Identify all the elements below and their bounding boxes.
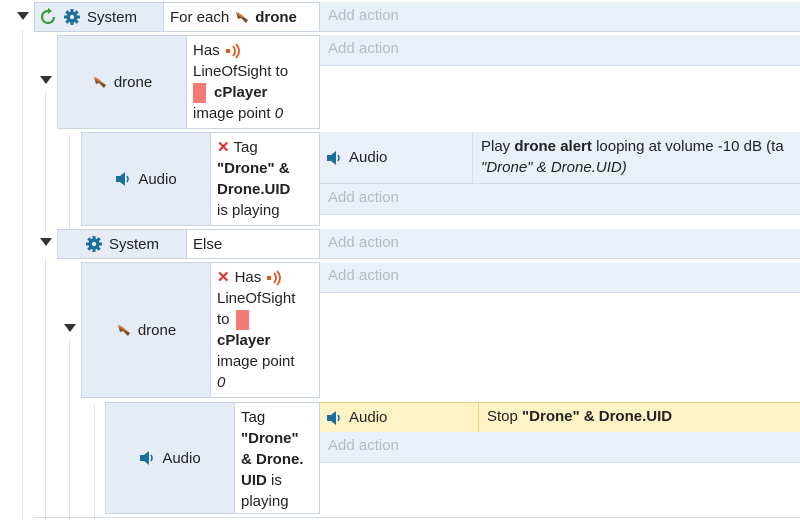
cplayer-icon <box>193 82 206 103</box>
indent-guide <box>22 30 23 520</box>
action-object: Audio <box>320 132 473 183</box>
add-action-link[interactable]: Add action <box>320 184 800 212</box>
loop-icon <box>40 8 56 25</box>
condition-tag: "Drone" <box>241 430 299 447</box>
indent-guide <box>69 135 70 230</box>
condition-object-name: drone <box>113 73 153 91</box>
action-object-name: Audio <box>349 409 388 426</box>
action-stop-audio[interactable]: Audio Stop "Drone" & Drone.UID <box>320 402 800 433</box>
speaker-icon <box>140 451 154 465</box>
condition-param: 0 <box>274 105 284 122</box>
condition-not-has-los[interactable]: ✕ Has LineOfSight to cPlayer image point… <box>211 262 320 398</box>
actions-else: Add action <box>320 229 800 259</box>
action-verb: Play <box>481 138 511 155</box>
condition-text: For each <box>170 8 230 26</box>
invert-x-icon: ✕ <box>217 269 230 286</box>
speaker-icon <box>116 172 130 186</box>
event-drone-no-los[interactable]: drone <box>81 262 211 398</box>
drone-icon <box>93 77 106 88</box>
action-object: Audio <box>320 403 479 432</box>
condition-target: cPlayer <box>214 84 268 101</box>
condition-object-name: System <box>87 8 138 26</box>
condition-text: is playing <box>217 202 280 219</box>
actions-drone-los: Add action <box>320 35 800 129</box>
drone-icon <box>117 325 130 336</box>
line-of-sight-icon <box>267 269 282 286</box>
gear-icon <box>64 9 80 25</box>
condition-text: Tag <box>233 139 258 156</box>
condition-text: is <box>271 472 282 489</box>
action-verb: Stop <box>487 408 518 425</box>
add-action-link[interactable]: Add action <box>320 262 800 290</box>
event-audio-tag-playing[interactable]: Audio <box>81 132 211 226</box>
actions-audio-playing: Audio Play drone alert looping at volume… <box>320 132 800 226</box>
gear-icon <box>85 236 102 252</box>
collapse-toggle[interactable] <box>40 76 52 84</box>
condition-tag-playing[interactable]: ✕ Tag "Drone" & Drone.UID is playing <box>211 132 320 226</box>
condition-text: image point <box>217 353 295 370</box>
event-drone-los[interactable]: drone <box>57 35 187 129</box>
condition-text: to <box>217 311 230 328</box>
add-action-row: Add action <box>320 184 800 215</box>
condition-uid: Drone.UID <box>217 181 291 198</box>
event-foreach-system[interactable]: System <box>34 2 164 32</box>
speaker-icon <box>327 150 340 165</box>
add-action-link[interactable]: Add action <box>320 2 800 30</box>
condition-text: playing <box>241 493 289 510</box>
action-params: looping at volume -10 dB (ta <box>596 138 784 155</box>
add-action-link[interactable]: Add action <box>320 229 800 257</box>
action-text: Play drone alert looping at volume -10 d… <box>473 132 792 183</box>
condition-target: drone <box>255 8 297 26</box>
collapse-toggle[interactable] <box>17 12 29 20</box>
condition-target: cPlayer <box>217 332 271 349</box>
event-separator <box>34 517 800 518</box>
action-text: Stop "Drone" & Drone.UID <box>479 403 680 432</box>
collapse-toggle[interactable] <box>64 324 76 332</box>
add-action-row: Add action <box>320 432 800 463</box>
condition-object-name: System <box>108 235 159 253</box>
condition-has-los[interactable]: Has LineOfSight to cPlayer image point 0 <box>187 35 320 129</box>
actions-drone-no-los: Add action <box>320 262 800 398</box>
condition-object-name: Audio <box>162 449 201 467</box>
condition-object-name: drone <box>137 321 177 339</box>
condition-object-name: Audio <box>138 170 177 188</box>
event-audio-tag-playing-2[interactable]: Audio <box>105 402 235 514</box>
condition-text: image point <box>193 105 271 122</box>
condition-text: Else <box>193 235 223 253</box>
action-object-name: Audio <box>349 149 388 166</box>
condition-foreach[interactable]: For each drone <box>164 2 320 32</box>
action-play-audio[interactable]: Audio Play drone alert looping at volume… <box>320 132 800 184</box>
action-tag-expr: "Drone" & Drone.UID) <box>481 159 627 176</box>
actions-audio-stop: Audio Stop "Drone" & Drone.UID Add actio… <box>320 402 800 514</box>
condition-else[interactable]: Else <box>187 229 320 259</box>
condition-text: Has <box>234 269 262 286</box>
condition-text: LineOfSight <box>217 290 296 307</box>
action-target: "Drone" & Drone.UID <box>522 408 673 425</box>
drone-icon <box>236 12 249 23</box>
add-action-link[interactable]: Add action <box>320 35 800 63</box>
condition-param: 0 <box>217 374 226 391</box>
event-system-else[interactable]: System <box>57 229 187 259</box>
action-sound: drone alert <box>514 138 592 155</box>
condition-uid: UID <box>241 472 267 489</box>
invert-x-icon: ✕ <box>217 139 230 156</box>
cplayer-icon <box>235 309 249 330</box>
condition-tag-playing-2[interactable]: Tag "Drone" & Drone. UID is playing <box>235 402 320 514</box>
condition-text: LineOfSight to <box>193 63 289 80</box>
add-action-link[interactable]: Add action <box>320 432 800 460</box>
line-of-sight-icon <box>225 42 240 59</box>
condition-text: Has <box>193 42 220 59</box>
indent-guide <box>45 92 46 232</box>
collapse-toggle[interactable] <box>40 238 52 246</box>
condition-tag: "Drone" & <box>217 160 290 177</box>
indent-guide <box>69 340 70 520</box>
indent-guide <box>94 405 95 520</box>
condition-uid: & Drone. <box>241 451 304 468</box>
indent-guide <box>45 258 46 520</box>
speaker-icon <box>327 410 340 425</box>
condition-text: Tag <box>241 409 266 426</box>
actions-foreach: Add action <box>320 2 800 32</box>
